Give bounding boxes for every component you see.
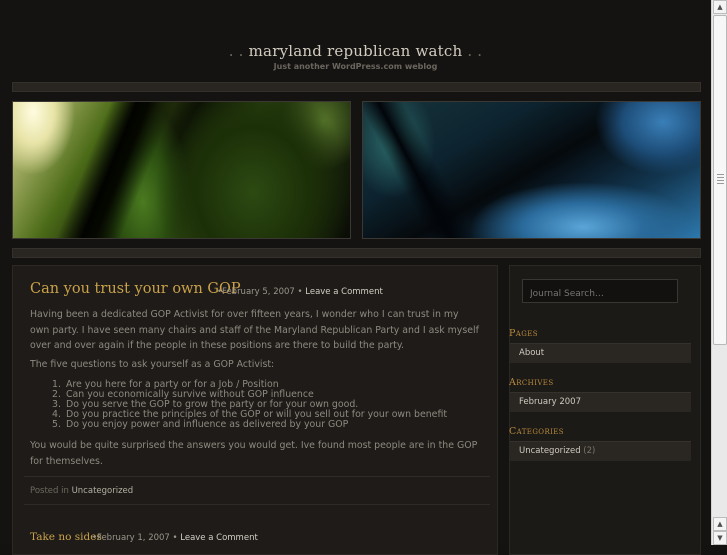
- header-bar-bottom: [12, 248, 701, 258]
- post-title-link[interactable]: Can you trust your own GOP: [30, 281, 241, 297]
- scroll-up-arrow-icon[interactable]: ▲: [713, 517, 727, 531]
- post-divider: [24, 476, 490, 477]
- title-dots-left: . .: [228, 42, 244, 60]
- category-name: Uncategorized: [519, 446, 581, 456]
- list-item: 5. Do you enjoy power and influence as de…: [52, 419, 349, 430]
- scroll-thumb[interactable]: [713, 15, 727, 345]
- header-bar-top: [12, 82, 701, 92]
- sidebar-item-uncategorized[interactable]: Uncategorized (2): [510, 441, 691, 461]
- header-image-right: [362, 101, 701, 239]
- blog-title[interactable]: . . maryland republican watch . .: [0, 42, 711, 60]
- post-footer: Posted in Uncategorized: [30, 486, 133, 496]
- category-count: (2): [583, 446, 596, 456]
- meta-separator: •: [297, 287, 303, 297]
- pages-heading: Pages: [509, 328, 538, 339]
- blog-tagline: Just another WordPress.com weblog: [273, 62, 438, 71]
- scroll-up-arrow-icon[interactable]: ▲: [713, 0, 727, 14]
- post-date: •February 1, 2007: [92, 533, 170, 543]
- scroll-down-arrow-icon[interactable]: ▼: [713, 531, 727, 545]
- leave-comment-link[interactable]: Leave a Comment: [180, 533, 258, 543]
- post-paragraph-1: Having been a dedicated GOP Activist for…: [30, 309, 479, 351]
- post-paragraph-3: You would be quite surprised the answers…: [30, 440, 478, 467]
- sidebar-item-february-2007[interactable]: February 2007: [510, 392, 691, 412]
- questions-list: 1. Are you here for a party or for a Job …: [52, 380, 447, 430]
- post-date: •February 5, 2007: [217, 287, 295, 297]
- categories-heading: Categories: [509, 426, 564, 437]
- meta-separator: •: [172, 533, 178, 543]
- page: . . maryland republican watch . . Just a…: [0, 0, 711, 555]
- category-link[interactable]: Uncategorized: [72, 486, 134, 496]
- header-image-left: [12, 101, 351, 239]
- journal-search-input[interactable]: [522, 279, 678, 303]
- archives-heading: Archives: [509, 377, 554, 388]
- post-divider: [24, 504, 490, 505]
- posted-in-label: Posted in: [30, 486, 69, 496]
- vertical-scrollbar[interactable]: ▲ ▲ ▼: [711, 0, 727, 545]
- post-meta: •February 1, 2007 • Leave a Comment: [92, 533, 258, 543]
- sidebar-item-about[interactable]: About: [510, 343, 691, 363]
- title-dots-right: . .: [467, 42, 483, 60]
- blog-title-text[interactable]: maryland republican watch: [249, 42, 463, 60]
- post-paragraph-2: The five questions to ask yourself as a …: [30, 359, 275, 370]
- leave-comment-link[interactable]: Leave a Comment: [305, 287, 383, 297]
- post-meta: •February 5, 2007 • Leave a Comment: [217, 287, 383, 297]
